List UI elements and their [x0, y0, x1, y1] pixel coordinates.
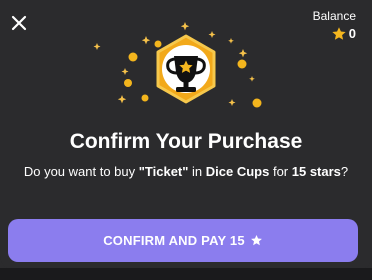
confirm-and-pay-button[interactable]: CONFIRM AND PAY 15 [8, 219, 358, 262]
star-icon [250, 234, 262, 246]
desc-for: for [269, 164, 292, 179]
bottom-strip [0, 268, 372, 280]
hero-illustration [93, 22, 262, 108]
desc-prefix: Do you want to buy [23, 164, 139, 179]
desc-in: in [188, 164, 206, 179]
price-text: 15 stars [291, 164, 341, 179]
desc-suffix: ? [340, 164, 349, 179]
dialog-title: Confirm Your Purchase [69, 130, 303, 153]
app-name: Dice Cups [205, 164, 270, 179]
item-name: "Ticket" [138, 164, 189, 179]
confirm-button-label: CONFIRM AND PAY 15 [103, 233, 245, 248]
dialog-description: Do you want to buy "Ticket" in Dice Cups… [0, 163, 372, 181]
